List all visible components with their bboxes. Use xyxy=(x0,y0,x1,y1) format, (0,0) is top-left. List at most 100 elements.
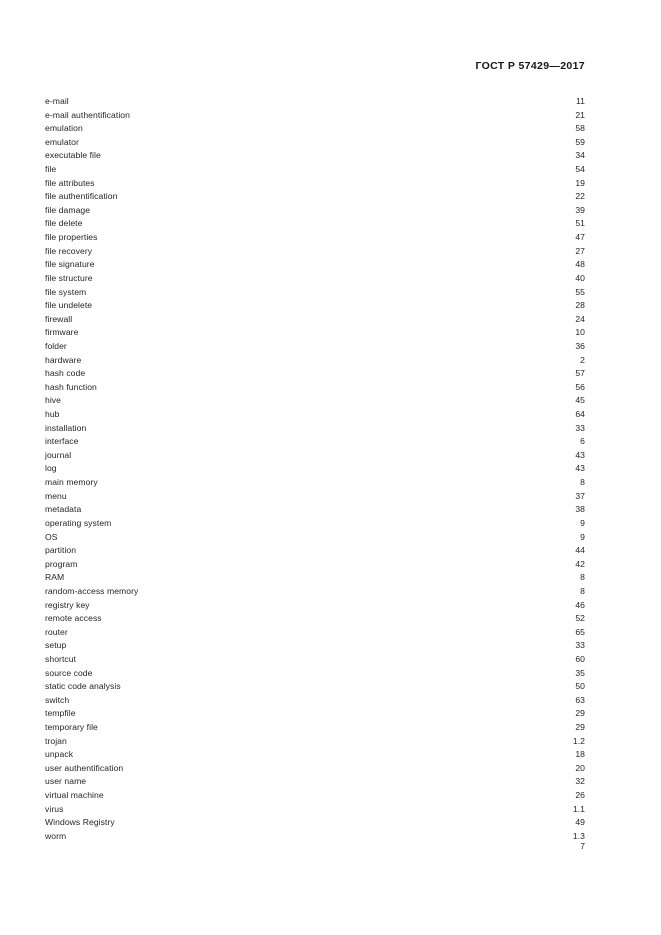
index-entry-page-number: 47 xyxy=(575,232,585,243)
index-entry-row: menu 37 xyxy=(45,490,585,504)
index-entry-page-number: 8 xyxy=(580,572,585,583)
index-entry-row: e-mail 11 xyxy=(45,95,585,109)
index-entry-page-number: 54 xyxy=(575,164,585,175)
index-entry-row: interface 6 xyxy=(45,435,585,449)
index-entry-row: file signature 48 xyxy=(45,258,585,272)
index-entry-page-number: 50 xyxy=(575,681,585,692)
index-entry-row: operating system 9 xyxy=(45,517,585,531)
index-entry-page-number: 1.2 xyxy=(572,735,585,746)
index-entry-term: router xyxy=(45,626,68,637)
index-entry-row: main memory 8 xyxy=(45,476,585,490)
index-entry-term: program xyxy=(45,558,78,569)
index-entry-page-number: 1.1 xyxy=(572,803,585,814)
index-entry-term: partition xyxy=(45,545,77,556)
index-entry-row: trojan 1.2 xyxy=(45,735,585,749)
index-entry-term: trojan xyxy=(45,735,67,746)
index-entry-row: random-access memory 8 xyxy=(45,585,585,599)
index-entry-term: main memory xyxy=(45,477,98,488)
index-entry-term: user authentification xyxy=(45,762,124,773)
index-entry-page-number: 34 xyxy=(575,150,585,161)
index-entry-page-number: 48 xyxy=(575,259,585,270)
index-entry-page-number: 57 xyxy=(575,368,585,379)
index-entry-term: hub xyxy=(45,409,60,420)
index-entry-term: journal xyxy=(45,449,72,460)
index-entry-row: file recovery 27 xyxy=(45,245,585,259)
index-entry-term: shortcut xyxy=(45,653,77,664)
index-entry-term: file authentification xyxy=(45,191,118,202)
index-entry-page-number: 9 xyxy=(580,517,585,528)
index-entry-row: router 65 xyxy=(45,626,585,640)
index-entry-term: static code analysis xyxy=(45,681,121,692)
index-entry-term: source code xyxy=(45,667,93,678)
index-entry-row: hash code 57 xyxy=(45,367,585,381)
index-entry-row: file 54 xyxy=(45,163,585,177)
index-entry-row: emulator 59 xyxy=(45,136,585,150)
index-entry-page-number: 55 xyxy=(575,286,585,297)
index-entry-page-number: 8 xyxy=(580,585,585,596)
index-entry-term: temporary file xyxy=(45,722,98,733)
index-entry-term: e-mail xyxy=(45,96,69,106)
index-entry-row: file authentification 22 xyxy=(45,190,585,204)
index-entry-row: log 43 xyxy=(45,462,585,476)
index-entry-term: file damage xyxy=(45,204,91,215)
index-entry-term: executable file xyxy=(45,150,101,161)
index-entry-page-number: 9 xyxy=(580,531,585,542)
index-entry-row: shortcut 60 xyxy=(45,653,585,667)
index-entry-term: file properties xyxy=(45,232,98,243)
index-entry-row: setup 33 xyxy=(45,639,585,653)
index-entry-page-number: 33 xyxy=(575,422,585,433)
index-entry-page-number: 21 xyxy=(575,109,585,120)
index-entry-term: operating system xyxy=(45,517,112,528)
index-entry-term: switch xyxy=(45,694,70,705)
index-entry-page-number: 63 xyxy=(575,694,585,705)
index-entry-page-number: 37 xyxy=(575,490,585,501)
index-entry-page-number: 2 xyxy=(580,354,585,365)
index-entry-row: user authentification 20 xyxy=(45,762,585,776)
index-entry-page-number: 19 xyxy=(575,177,585,188)
index-entry-term: virus xyxy=(45,803,64,814)
index-entry-term: tempfile xyxy=(45,708,76,719)
index-entry-page-number: 36 xyxy=(575,340,585,351)
index-entry-term: folder xyxy=(45,340,67,351)
index-entry-term: file delete xyxy=(45,218,83,229)
index-entry-term: interface xyxy=(45,436,79,447)
index-entry-row: file delete 51 xyxy=(45,217,585,231)
index-entry-term: emulator xyxy=(45,136,79,147)
index-entry-row: file structure 40 xyxy=(45,272,585,286)
index-entry-page-number: 59 xyxy=(575,136,585,147)
index-entry-page-number: 26 xyxy=(575,790,585,801)
index-entry-term: hash code xyxy=(45,368,86,379)
index-entry-page-number: 11 xyxy=(575,96,585,106)
index-entry-page-number: 43 xyxy=(575,449,585,460)
index-entry-row: OS 9 xyxy=(45,531,585,545)
index-entry-page-number: 49 xyxy=(575,817,585,828)
index-entry-page-number: 52 xyxy=(575,613,585,624)
index-entry-page-number: 46 xyxy=(575,599,585,610)
index-entry-term: Windows Registry xyxy=(45,817,115,828)
index-entry-row: virtual machine 26 xyxy=(45,789,585,803)
index-entry-term: OS xyxy=(45,531,58,542)
index-entry-page-number: 65 xyxy=(575,626,585,637)
index-entry-row: Windows Registry 49 xyxy=(45,816,585,830)
index-entry-term: user name xyxy=(45,776,87,787)
index-entry-page-number: 38 xyxy=(575,504,585,515)
index-entry-page-number: 56 xyxy=(575,381,585,392)
index-entry-term: file xyxy=(45,164,57,175)
index-entry-term: e-mail authentification xyxy=(45,109,130,120)
alphabetical-index-list: e-mail 11 e-mail authentification 21 emulati… xyxy=(45,95,585,844)
index-entry-row: file attributes 19 xyxy=(45,177,585,191)
index-entry-term: hive xyxy=(45,395,62,406)
index-entry-page-number: 58 xyxy=(575,123,585,134)
index-entry-term: file undelete xyxy=(45,300,93,311)
index-entry-term: RAM xyxy=(45,572,65,583)
index-entry-row: journal 43 xyxy=(45,449,585,463)
index-entry-row: remote access 52 xyxy=(45,612,585,626)
index-entry-term: installation xyxy=(45,422,87,433)
index-entry-row: executable file 34 xyxy=(45,149,585,163)
index-entry-page-number: 42 xyxy=(575,558,585,569)
index-entry-row: static code analysis 50 xyxy=(45,680,585,694)
index-entry-row: program 42 xyxy=(45,558,585,572)
index-entry-row: file properties 47 xyxy=(45,231,585,245)
index-entry-page-number: 22 xyxy=(575,191,585,202)
index-entry-row: virus 1.1 xyxy=(45,803,585,817)
